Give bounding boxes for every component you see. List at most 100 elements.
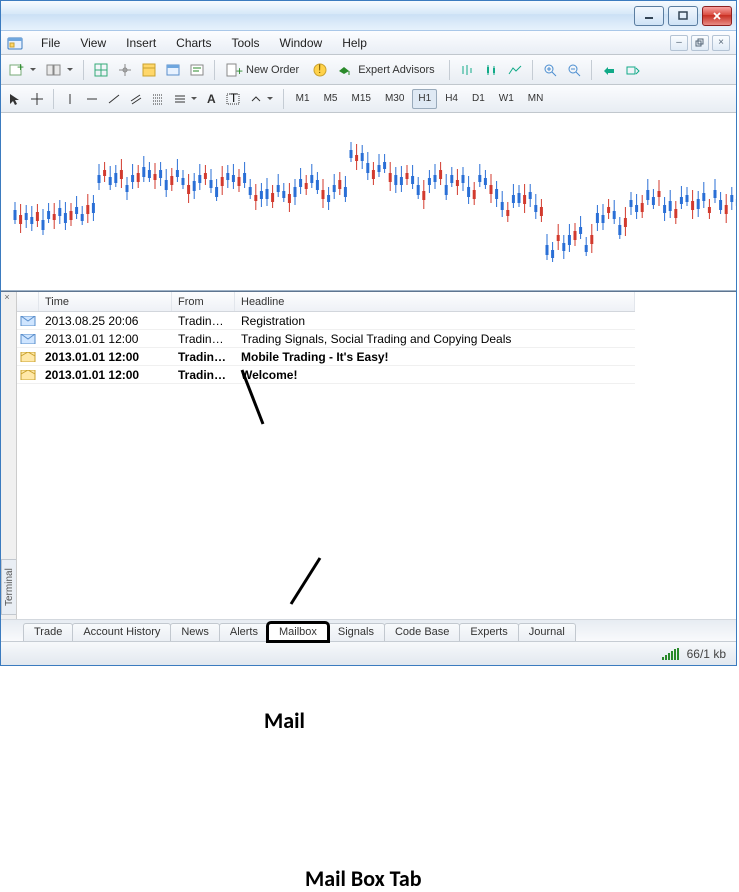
cursor-button[interactable] (5, 88, 25, 110)
mdi-restore-button[interactable] (691, 35, 709, 51)
tab-news[interactable]: News (170, 623, 220, 641)
zoom-in-button[interactable] (539, 59, 561, 81)
minimize-button[interactable] (634, 6, 664, 26)
close-button[interactable] (702, 6, 732, 26)
menu-help[interactable]: Help (332, 32, 377, 54)
svg-text:!: ! (318, 62, 321, 76)
document-plus-icon: + (225, 63, 239, 77)
tab-account-history[interactable]: Account History (72, 623, 171, 641)
column-headline[interactable]: Headline (235, 292, 635, 311)
app-icon (5, 33, 25, 53)
chart-shift-button[interactable] (622, 59, 644, 81)
market-watch-button[interactable] (90, 59, 112, 81)
timeframe-m1[interactable]: M1 (290, 89, 316, 109)
mdi-controls: – × (670, 35, 732, 51)
equidistant-channel-button[interactable] (126, 88, 146, 110)
expert-advisors-label: Expert Advisors (354, 64, 438, 76)
menu-tools[interactable]: Tools (222, 32, 270, 54)
menu-view[interactable]: View (70, 32, 116, 54)
new-order-button[interactable]: + New Order (221, 59, 307, 81)
statusbar: 66/1 kb (1, 641, 736, 665)
arrows-button[interactable] (246, 88, 277, 110)
data-window-button[interactable] (138, 59, 160, 81)
timeframe-m5[interactable]: M5 (318, 89, 344, 109)
maximize-button[interactable] (668, 6, 698, 26)
tab-journal[interactable]: Journal (518, 623, 576, 641)
timeframe-m30[interactable]: M30 (379, 89, 410, 109)
navigator-button[interactable] (114, 59, 136, 81)
drawing-toolbar: A T M1M5M15M30H1H4D1W1MN (1, 85, 736, 113)
line-chart-button[interactable] (504, 59, 526, 81)
menu-insert[interactable]: Insert (116, 32, 166, 54)
timeframe-h1[interactable]: H1 (412, 89, 437, 109)
new-order-label: New Order (242, 64, 303, 76)
terminal-tabs: TradeAccount HistoryNewsAlertsMailboxSig… (1, 619, 736, 641)
envelope-icon (21, 334, 35, 344)
candle-chart-button[interactable] (480, 59, 502, 81)
tab-alerts[interactable]: Alerts (219, 623, 269, 641)
table-row[interactable]: 2013.01.01 12:00Trading ...Trading Signa… (17, 330, 635, 348)
cell-headline: Registration (235, 314, 635, 328)
terminal-close-button[interactable]: × (2, 293, 12, 303)
column-from[interactable]: From (172, 292, 235, 311)
column-time[interactable]: Time (39, 292, 172, 311)
envelope-icon (21, 316, 35, 326)
zoom-out-button[interactable] (563, 59, 585, 81)
chart-area[interactable] (1, 113, 736, 291)
cell-from: Trading ... (172, 332, 235, 346)
fibonacci-button[interactable] (148, 88, 168, 110)
text-button[interactable]: A (203, 88, 220, 110)
tab-experts[interactable]: Experts (459, 623, 518, 641)
table-header: Time From Headline (17, 292, 635, 312)
timeframe-w1[interactable]: W1 (493, 89, 520, 109)
autotrading-button[interactable]: ! (309, 59, 331, 81)
cell-time: 2013.01.01 12:00 (39, 368, 172, 382)
crosshair-button[interactable] (27, 88, 47, 110)
zoom-in-icon (543, 63, 557, 77)
channels-button[interactable] (170, 88, 201, 110)
zoom-out-icon (567, 63, 581, 77)
cell-time: 2013.08.25 20:06 (39, 314, 172, 328)
toolbar-separator (83, 60, 84, 80)
mailbox-table: Time From Headline 2013.08.25 20:06Tradi… (16, 292, 736, 619)
timeframe-d1[interactable]: D1 (466, 89, 491, 109)
tab-trade[interactable]: Trade (23, 623, 73, 641)
new-chart-button[interactable]: + (5, 59, 40, 81)
main-toolbar: + + New Order ! Expert Advisors (1, 55, 736, 85)
cell-time: 2013.01.01 12:00 (39, 332, 172, 346)
cell-headline: Mobile Trading - It's Easy! (235, 350, 635, 364)
horizontal-line-button[interactable] (82, 88, 102, 110)
column-icon[interactable] (17, 292, 39, 311)
menu-window[interactable]: Window (270, 32, 333, 54)
vertical-line-button[interactable] (60, 88, 80, 110)
table-row[interactable]: 2013.08.25 20:06Trading ...Registration (17, 312, 635, 330)
annotation-mailbox-tab: Mail Box Tab (305, 865, 422, 892)
strategy-tester-button[interactable] (186, 59, 208, 81)
mdi-close-button[interactable]: × (712, 35, 730, 51)
expert-advisors-button[interactable]: Expert Advisors (333, 59, 442, 81)
tab-mailbox[interactable]: Mailbox (268, 623, 328, 641)
trendline-button[interactable] (104, 88, 124, 110)
table-row[interactable]: 2013.01.01 12:00Trading ...Mobile Tradin… (17, 348, 635, 366)
cell-time: 2013.01.01 12:00 (39, 350, 172, 364)
terminal-panel: × Terminal Time From Headline 2013.08.25… (1, 291, 736, 641)
status-kb: 66/1 kb (687, 647, 726, 661)
tab-signals[interactable]: Signals (327, 623, 385, 641)
table-row[interactable]: 2013.01.01 12:00Trading ...Welcome! (17, 366, 635, 384)
terminal-button[interactable] (162, 59, 184, 81)
timeframe-h4[interactable]: H4 (439, 89, 464, 109)
auto-scroll-button[interactable] (598, 59, 620, 81)
mdi-minimize-button[interactable]: – (670, 35, 688, 51)
cell-headline: Trading Signals, Social Trading and Copy… (235, 332, 635, 346)
timeframe-mn[interactable]: MN (522, 89, 550, 109)
tab-code-base[interactable]: Code Base (384, 623, 460, 641)
envelope-icon (21, 352, 35, 362)
profiles-button[interactable] (42, 59, 77, 81)
text-label-button[interactable]: T (222, 88, 244, 110)
bar-chart-button[interactable] (456, 59, 478, 81)
menu-file[interactable]: File (31, 32, 70, 54)
menu-charts[interactable]: Charts (166, 32, 221, 54)
toolbar-separator (532, 60, 533, 80)
cell-from: Trading ... (172, 350, 235, 364)
timeframe-m15[interactable]: M15 (345, 89, 376, 109)
